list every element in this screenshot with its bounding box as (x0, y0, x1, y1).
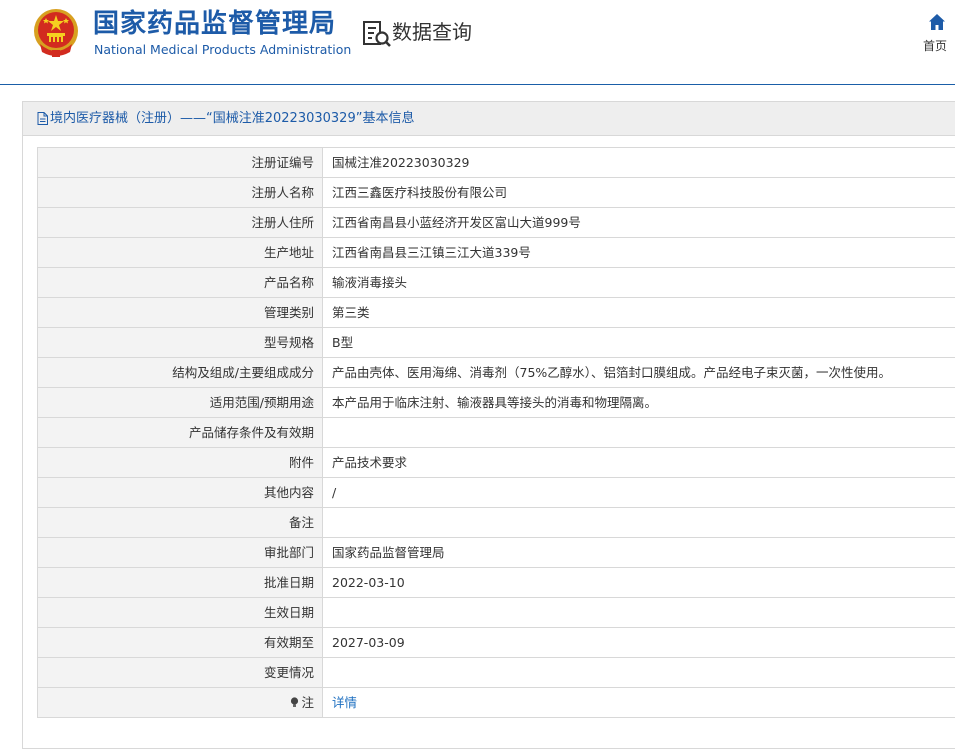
home-icon[interactable] (928, 13, 946, 31)
note-value-cell: 详情 (322, 687, 955, 718)
details-link[interactable]: 详情 (332, 695, 357, 710)
table-row: 审批部门 国家药品监督管理局 (37, 537, 955, 568)
national-emblem-icon (34, 9, 78, 57)
field-value: 国械注准20223030329 (322, 147, 955, 178)
panel-title: 境内医疗器械（注册）——“国械注准20223030329”基本信息 (50, 111, 415, 126)
document-icon (37, 112, 48, 125)
field-label: 附件 (37, 447, 323, 478)
field-label: 有效期至 (37, 627, 323, 658)
field-label: 备注 (37, 507, 323, 538)
field-label: 变更情况 (37, 657, 323, 688)
table-row: 产品储存条件及有效期 (37, 417, 955, 448)
field-value: 本产品用于临床注射、输液器具等接头的消毒和物理隔离。 (322, 387, 955, 418)
registration-info-table: 注册证编号 国械注准20223030329 注册人名称 江西三鑫医疗科技股份有限… (37, 147, 955, 718)
note-label-cell: 注 (37, 687, 323, 718)
field-value (322, 657, 955, 688)
field-label: 产品名称 (37, 267, 323, 298)
lightbulb-icon (291, 697, 299, 707)
field-value: 第三类 (322, 297, 955, 328)
field-value: 2027-03-09 (322, 627, 955, 658)
table-row: 注册证编号 国械注准20223030329 (37, 147, 955, 178)
field-value: 江西省南昌县小蓝经济开发区富山大道999号 (322, 207, 955, 238)
field-label: 审批部门 (37, 537, 323, 568)
note-row: 注 详情 (37, 687, 955, 718)
table-row: 变更情况 (37, 657, 955, 688)
field-value (322, 597, 955, 628)
field-label: 注册证编号 (37, 147, 323, 178)
table-row: 批准日期 2022-03-10 (37, 567, 955, 598)
field-label: 注册人住所 (37, 207, 323, 238)
field-value (322, 417, 955, 448)
home-link[interactable]: 首页 (923, 38, 947, 54)
table-row: 型号规格 B型 (37, 327, 955, 358)
field-label: 生效日期 (37, 597, 323, 628)
table-row: 有效期至 2027-03-09 (37, 627, 955, 658)
note-label: 注 (301, 695, 314, 710)
field-value: 国家药品监督管理局 (322, 537, 955, 568)
field-value: 输液消毒接头 (322, 267, 955, 298)
field-label: 生产地址 (37, 237, 323, 268)
field-value: B型 (322, 327, 955, 358)
table-row: 注册人住所 江西省南昌县小蓝经济开发区富山大道999号 (37, 207, 955, 238)
table-row: 生效日期 (37, 597, 955, 628)
table-row: 生产地址 江西省南昌县三江镇三江大道339号 (37, 237, 955, 268)
field-label: 管理类别 (37, 297, 323, 328)
field-value: 产品技术要求 (322, 447, 955, 478)
info-panel: 境内医疗器械（注册）——“国械注准20223030329”基本信息 注册证编号 … (22, 101, 955, 749)
document-search-icon (363, 21, 391, 47)
logo-title-cn: 国家药品监督管理局 (93, 9, 337, 39)
panel-heading: 境内医疗器械（注册）——“国械注准20223030329”基本信息 (23, 102, 955, 136)
field-value: 江西省南昌县三江镇三江大道339号 (322, 237, 955, 268)
table-row: 结构及组成/主要组成成分 产品由壳体、医用海绵、消毒剂（75%乙醇水）、铝箔封口… (37, 357, 955, 388)
table-row: 适用范围/预期用途 本产品用于临床注射、输液器具等接头的消毒和物理隔离。 (37, 387, 955, 418)
logo-title-en: National Medical Products Administration (94, 42, 352, 57)
table-row: 注册人名称 江西三鑫医疗科技股份有限公司 (37, 177, 955, 208)
site-header: 国家药品监督管理局 National Medical Products Admi… (0, 0, 955, 85)
field-label: 结构及组成/主要组成成分 (37, 357, 323, 388)
field-label: 批准日期 (37, 567, 323, 598)
field-label: 注册人名称 (37, 177, 323, 208)
field-value: / (322, 477, 955, 508)
field-value: 2022-03-10 (322, 567, 955, 598)
field-label: 产品储存条件及有效期 (37, 417, 323, 448)
field-label: 适用范围/预期用途 (37, 387, 323, 418)
table-row: 附件 产品技术要求 (37, 447, 955, 478)
field-label: 型号规格 (37, 327, 323, 358)
field-value (322, 507, 955, 538)
table-row: 管理类别 第三类 (37, 297, 955, 328)
table-row: 其他内容 / (37, 477, 955, 508)
field-value: 产品由壳体、医用海绵、消毒剂（75%乙醇水）、铝箔封口膜组成。产品经电子束灭菌，… (322, 357, 955, 388)
table-row: 产品名称 输液消毒接头 (37, 267, 955, 298)
page-title: 数据查询 (392, 20, 472, 44)
field-label: 其他内容 (37, 477, 323, 508)
table-row: 备注 (37, 507, 955, 538)
field-value: 江西三鑫医疗科技股份有限公司 (322, 177, 955, 208)
